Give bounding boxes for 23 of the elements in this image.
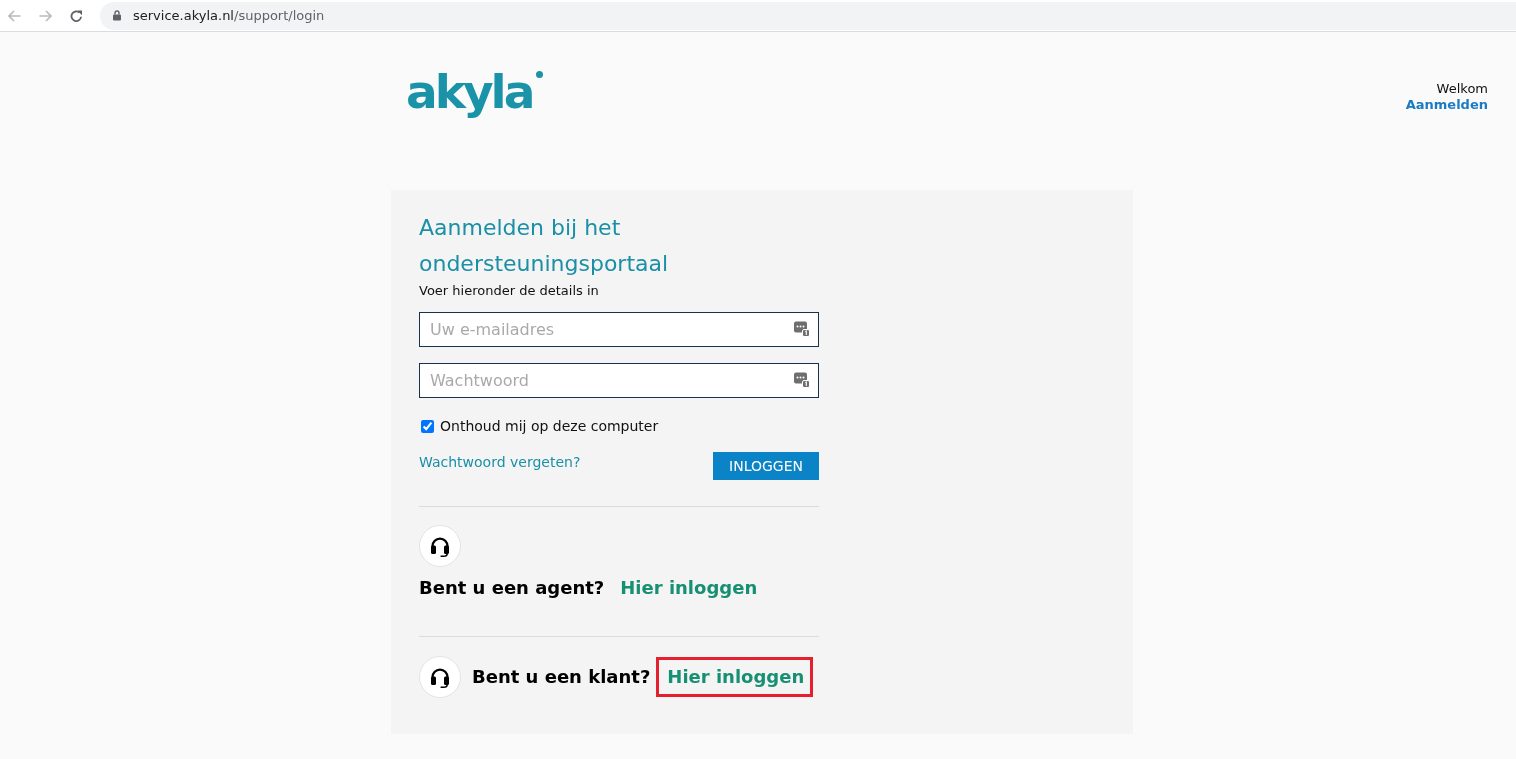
greeting-text: Welkom bbox=[1436, 81, 1488, 97]
login-link[interactable]: Hier inloggen bbox=[620, 576, 758, 600]
sign-in-link[interactable]: Aanmelden bbox=[1405, 97, 1488, 113]
lock-icon bbox=[113, 10, 121, 21]
login-link[interactable]: Hier inloggen bbox=[667, 665, 805, 689]
checkbox-label[interactable]: Onthoud mij op deze computer bbox=[440, 418, 659, 434]
headset-icon bbox=[419, 656, 461, 698]
login-button[interactable]: INLOGGEN bbox=[713, 452, 819, 480]
help-question: Bent u een klant? bbox=[472, 665, 651, 689]
logo-text: akyla bbox=[406, 68, 533, 116]
login-instructions: Voer hieronder de details in bbox=[419, 282, 600, 300]
headset-icon bbox=[419, 525, 461, 567]
input-field[interactable]: Uw e-mailadres bbox=[419, 312, 819, 347]
input-field[interactable]: Wachtwoord bbox=[419, 363, 819, 398]
login-heading: Aanmelden bij het ondersteuningsportaal bbox=[419, 214, 670, 278]
dots-badge-icon bbox=[794, 321, 810, 337]
dots-badge-icon bbox=[794, 372, 810, 388]
forgot-password-link[interactable]: Wachtwoord vergeten? bbox=[419, 452, 581, 472]
address-bar[interactable]: service.akyla.nl/support/login bbox=[100, 1, 1516, 30]
remember-checkbox[interactable] bbox=[421, 419, 434, 433]
help-question: Bent u een agent? bbox=[419, 576, 605, 600]
logo-dot-icon bbox=[536, 71, 544, 78]
reload-icon[interactable] bbox=[69, 9, 83, 22]
